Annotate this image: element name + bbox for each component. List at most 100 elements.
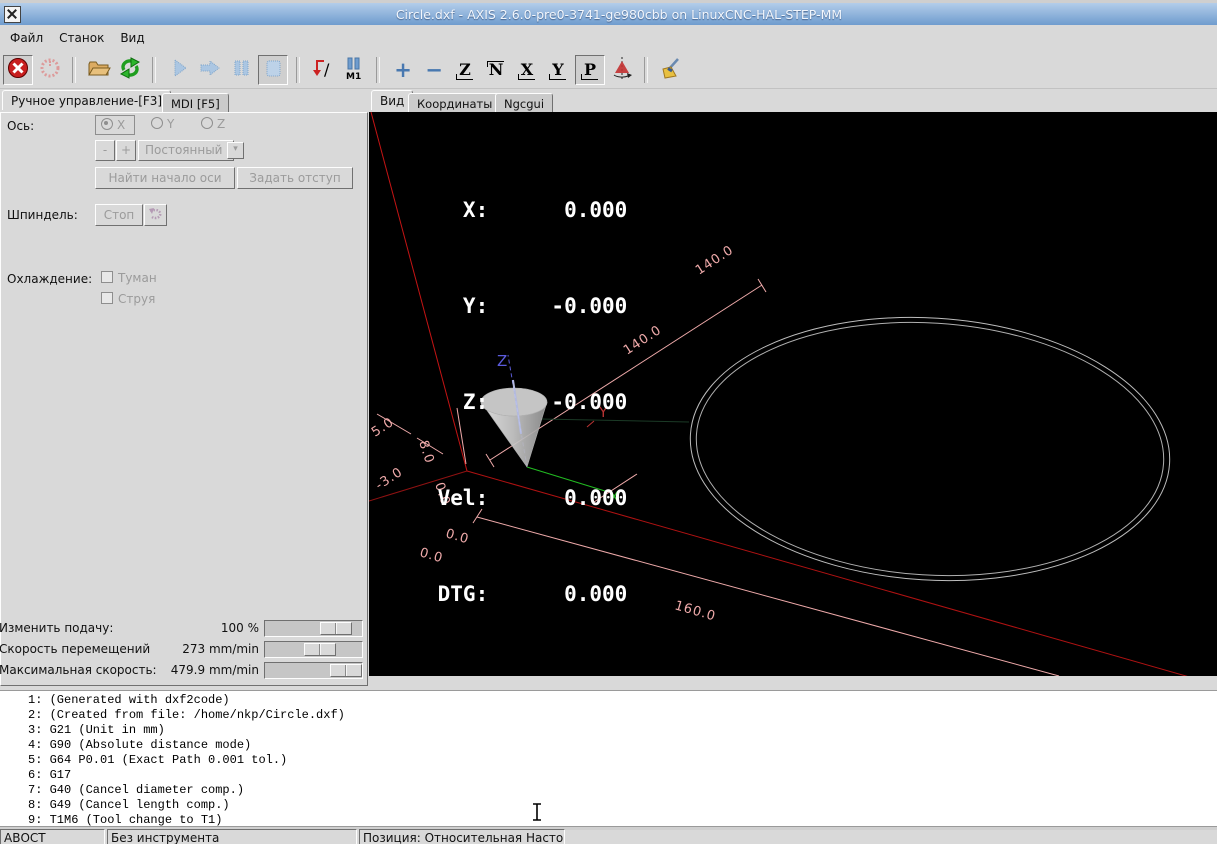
- gcode-listing[interactable]: 1: (Generated with dxf2code) 2: (Created…: [0, 690, 1217, 826]
- run-icon: [168, 57, 190, 82]
- touch-off-button[interactable]: Задать отступ: [237, 167, 353, 189]
- jog-minus-button[interactable]: -: [95, 140, 115, 161]
- jog-speed-slider[interactable]: [264, 641, 363, 658]
- pause-program-button[interactable]: [227, 56, 255, 84]
- gcode-line[interactable]: 5: G64 P0.01 (Exact Path 0.001 tol.): [0, 753, 1217, 768]
- zoom-out-button[interactable]: −: [420, 56, 448, 84]
- window-title: Circle.dxf - AXIS 2.6.0-pre0-3741-ge980c…: [21, 7, 1217, 22]
- flood-checkbox-label: Струя: [118, 292, 155, 306]
- gcode-line[interactable]: 7: G40 (Cancel diameter comp.): [0, 783, 1217, 798]
- gcode-line[interactable]: 4: G90 (Absolute distance mode): [0, 738, 1217, 753]
- dro-readout: X: 0.000 Y: -0.000 Z: -0.000 Vel: 0.000 …: [425, 130, 627, 674]
- view-z-rotated-button[interactable]: N: [482, 56, 510, 84]
- max-velocity-row: Максимальная скорость: 479.9 mm/min: [1, 661, 367, 681]
- tab-manual-control[interactable]: Ручное управление-[F3]: [2, 90, 171, 110]
- axis-label: Ось:: [7, 119, 34, 133]
- gcode-line[interactable]: 3: G21 (Unit in mm): [0, 723, 1217, 738]
- toolbar: / M1 + − Z N X Y P: [0, 51, 1217, 89]
- coolant-mist-checkbox[interactable]: Туман: [101, 271, 157, 285]
- feed-override-row: Изменить подачу: 100 %: [1, 619, 367, 639]
- rotate-view-button[interactable]: [608, 56, 636, 84]
- coolant-label: Охлаждение:: [7, 272, 92, 286]
- tab-preview-label: Вид: [380, 94, 404, 108]
- jog-mode-select[interactable]: Постоянный: [138, 140, 234, 161]
- view-perspective-icon: P: [580, 60, 600, 80]
- radio-z-indicator: [201, 117, 213, 129]
- jog-plus-button[interactable]: +: [116, 140, 136, 161]
- tab-mdi[interactable]: MDI [F5]: [162, 93, 229, 113]
- radio-y-label: Y: [167, 117, 174, 131]
- view-z-button[interactable]: Z: [451, 56, 479, 84]
- open-folder-icon: [87, 57, 111, 82]
- view-y-button[interactable]: Y: [544, 56, 572, 84]
- zoom-out-icon: −: [425, 60, 443, 80]
- radio-x-label: X: [117, 118, 125, 132]
- manual-tabs: Ручное управление-[F3] MDI [F5]: [0, 90, 368, 112]
- max-velocity-value: 479.9 mm/min: [171, 663, 259, 677]
- feed-override-slider[interactable]: [264, 620, 363, 637]
- gcode-line[interactable]: 1: (Generated with dxf2code): [0, 693, 1217, 708]
- axis-radio-z[interactable]: Z: [201, 117, 225, 131]
- tab-ngcgui-label: Ngcgui: [504, 97, 544, 111]
- max-velocity-label: Максимальная скорость:: [0, 663, 157, 677]
- rotate-icon: [610, 56, 634, 83]
- home-axis-button[interactable]: Найти начало оси: [95, 167, 235, 189]
- view-x-button[interactable]: X: [513, 56, 541, 84]
- zoom-in-button[interactable]: +: [389, 56, 417, 84]
- zoom-in-icon: +: [394, 60, 412, 80]
- spindle-stop-button[interactable]: Стоп: [95, 204, 143, 226]
- menu-view[interactable]: Вид: [112, 27, 152, 49]
- menu-machine[interactable]: Станок: [51, 27, 112, 49]
- open-file-button[interactable]: [85, 56, 113, 84]
- pause-icon: [230, 57, 252, 82]
- estop-button[interactable]: [3, 55, 33, 85]
- menu-file[interactable]: Файл: [2, 27, 51, 49]
- status-tool: Без инструмента: [107, 829, 357, 844]
- single-step-button[interactable]: /: [309, 56, 337, 84]
- tab-dro-label: Координаты: [417, 97, 492, 111]
- max-velocity-slider[interactable]: [264, 662, 363, 679]
- program-circle: [682, 304, 1177, 595]
- feed-override-handle[interactable]: [320, 622, 352, 635]
- spindle-brake-button[interactable]: [144, 204, 167, 226]
- tab-ngcgui[interactable]: Ngcgui: [495, 93, 553, 113]
- optional-stop-button[interactable]: M1: [340, 56, 368, 84]
- tab-preview[interactable]: Вид: [371, 90, 413, 110]
- toolbar-separator: [72, 57, 76, 83]
- window-icon[interactable]: [4, 6, 21, 23]
- dimension-label: 140.0: [693, 243, 737, 279]
- axis-radio-y[interactable]: Y: [151, 117, 174, 131]
- jog-speed-value: 273 mm/min: [182, 642, 259, 656]
- radio-x-indicator: [101, 118, 113, 130]
- dimension-label: 140.0: [621, 323, 665, 359]
- ibeam-cursor-icon: [531, 803, 543, 821]
- coolant-flood-checkbox[interactable]: Струя: [101, 292, 155, 306]
- jog-mode-dropdown-arrow-icon[interactable]: ▾: [227, 142, 244, 159]
- stop-program-button[interactable]: [258, 55, 288, 85]
- status-position: Позиция: Относительная Насто: [359, 829, 565, 844]
- jog-speed-handle[interactable]: [304, 643, 336, 656]
- gcode-line[interactable]: 8: G49 (Cancel length comp.): [0, 798, 1217, 813]
- gcode-line[interactable]: 6: G17: [0, 768, 1217, 783]
- machine-power-button[interactable]: [36, 56, 64, 84]
- tab-manual-control-label: Ручное управление-[F3]: [11, 94, 162, 108]
- preview-plot[interactable]: X Y Z 140.0 140.0 160.0 5.0 8.0 -3.0 0.0…: [369, 112, 1217, 676]
- gcode-line[interactable]: 2: (Created from file: /home/nkp/Circle.…: [0, 708, 1217, 723]
- tab-mdi-label: MDI [F5]: [171, 97, 220, 111]
- spindle-label: Шпиндель:: [7, 208, 78, 222]
- tab-dro[interactable]: Координаты: [408, 93, 501, 113]
- run-program-button[interactable]: [165, 56, 193, 84]
- reload-file-button[interactable]: [116, 56, 144, 84]
- title-bar[interactable]: Circle.dxf - AXIS 2.6.0-pre0-3741-ge980c…: [0, 3, 1217, 25]
- axis-radio-x[interactable]: X: [95, 115, 135, 135]
- clear-plot-button[interactable]: [657, 56, 685, 84]
- dro-line-y: Y: -0.000: [425, 290, 627, 322]
- max-velocity-handle[interactable]: [330, 664, 362, 677]
- view-perspective-button[interactable]: P: [575, 55, 605, 85]
- optional-stop-label: M1: [346, 72, 361, 80]
- clear-plot-icon: [659, 56, 683, 83]
- svg-text:/: /: [324, 60, 330, 79]
- view-z-icon: Z: [455, 60, 475, 80]
- status-estop: АВОСТ: [0, 829, 105, 844]
- run-from-line-button[interactable]: [196, 56, 224, 84]
